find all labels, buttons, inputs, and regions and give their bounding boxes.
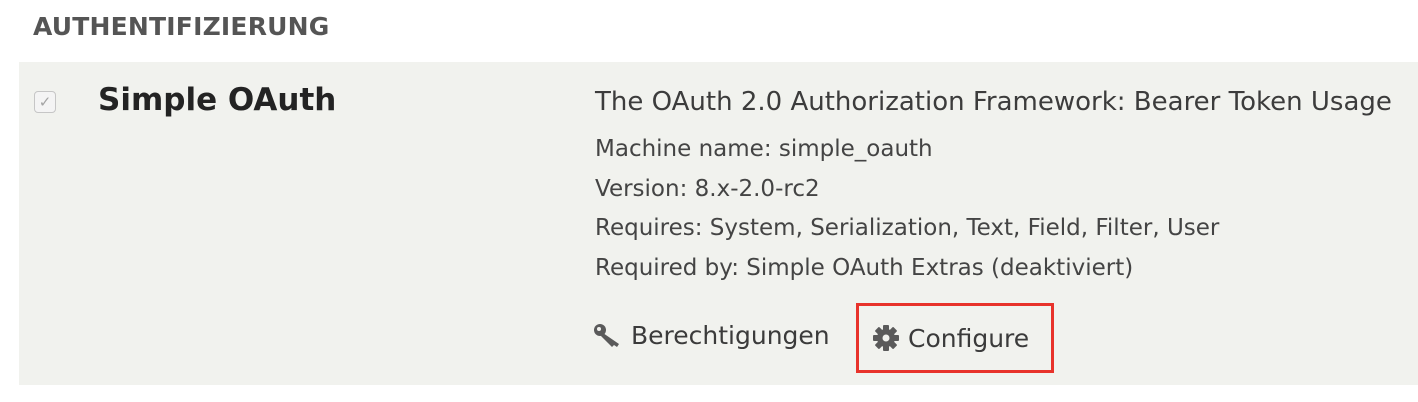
permissions-link-label: Berechtigungen (631, 320, 830, 350)
module-name: Simple OAuth (98, 82, 337, 118)
configure-link[interactable]: Configure (856, 303, 1054, 373)
module-row: ✓ Simple OAuth The OAuth 2.0 Authorizati… (19, 62, 1418, 385)
module-required-by: Required by: Simple OAuth Extras (deakti… (595, 254, 1134, 281)
module-description: The OAuth 2.0 Authorization Framework: B… (595, 87, 1392, 117)
module-details: The OAuth 2.0 Authorization Framework: B… (594, 84, 1395, 373)
module-requires: Requires: System, Serialization, Text, F… (595, 215, 1220, 241)
permissions-link[interactable]: Berechtigungen (593, 310, 830, 360)
module-enable-checkbox[interactable]: ✓ (34, 91, 56, 113)
module-machine-name: Machine name: simple_oauth (595, 136, 933, 162)
module-links: Berechtigungen Configure (593, 303, 1395, 373)
configure-link-label: Configure (908, 323, 1030, 353)
module-version: Version: 8.x-2.0-rc2 (595, 175, 820, 202)
gear-icon (872, 324, 900, 352)
checkmark-icon: ✓ (38, 92, 52, 111)
key-icon (593, 322, 623, 348)
section-heading: AUTHENTIFIZIERUNG (33, 12, 330, 41)
